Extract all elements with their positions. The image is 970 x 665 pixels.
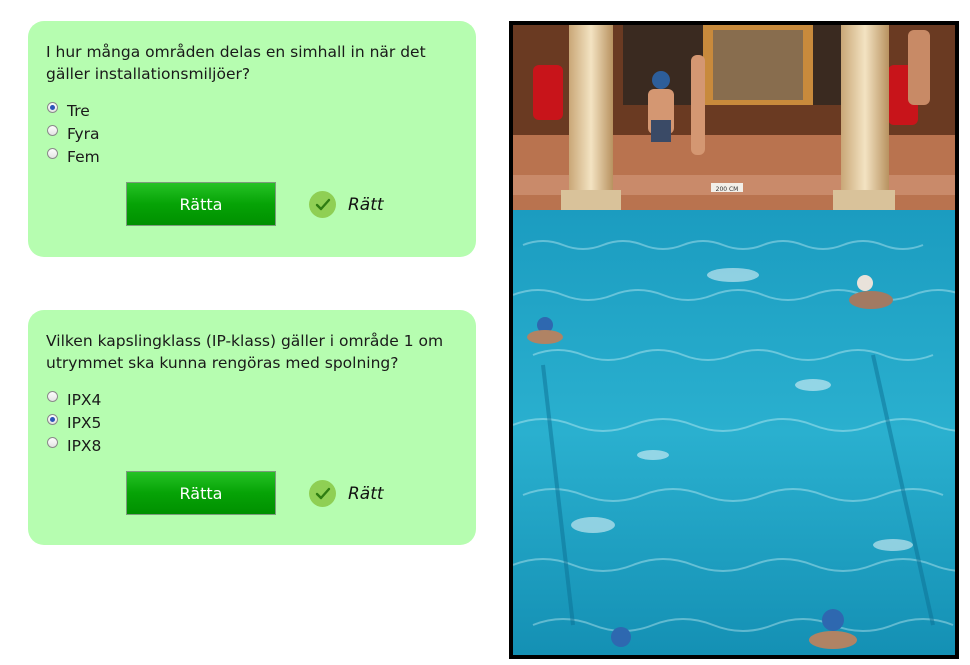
depth-sign: 200 CM — [716, 186, 739, 193]
option-fyra[interactable]: Fyra — [46, 122, 458, 145]
option-ipx5[interactable]: IPX5 — [46, 411, 458, 434]
radio-button[interactable] — [47, 437, 58, 448]
checkmark-icon — [309, 480, 336, 507]
option-label: IPX4 — [67, 390, 102, 409]
question-text: Vilken kapslingklass (IP-klass) gäller i… — [46, 332, 444, 372]
ratta-button[interactable]: Rätta — [126, 182, 276, 226]
option-label: Tre — [67, 101, 90, 120]
radio-button[interactable] — [47, 125, 58, 136]
feedback-correct: Rätt — [309, 191, 384, 218]
question-text: I hur många områden delas en simhall in … — [46, 43, 426, 83]
option-label: IPX5 — [67, 413, 102, 432]
radio-button[interactable] — [47, 148, 58, 159]
feedback-text: Rätt — [348, 194, 384, 215]
option-tre[interactable]: Tre — [46, 99, 458, 122]
swimming-pool-photo: 200 CM — [509, 21, 959, 659]
option-fem[interactable]: Fem — [46, 145, 458, 168]
feedback-correct: Rätt — [309, 480, 384, 507]
option-label: Fem — [67, 147, 100, 166]
option-label: Fyra — [67, 124, 100, 143]
radio-button[interactable] — [47, 414, 58, 425]
quiz-card-2: Vilken kapslingklass (IP-klass) gäller i… — [28, 310, 476, 545]
radio-button[interactable] — [47, 391, 58, 402]
feedback-text: Rätt — [348, 483, 384, 504]
option-label: IPX8 — [67, 436, 102, 455]
quiz-card-1: I hur många områden delas en simhall in … — [28, 21, 476, 257]
option-ipx4[interactable]: IPX4 — [46, 388, 458, 411]
option-ipx8[interactable]: IPX8 — [46, 434, 458, 457]
ratta-button[interactable]: Rätta — [126, 471, 276, 515]
radio-button[interactable] — [47, 102, 58, 113]
pool-illustration: 200 CM — [513, 25, 955, 655]
checkmark-icon — [309, 191, 336, 218]
